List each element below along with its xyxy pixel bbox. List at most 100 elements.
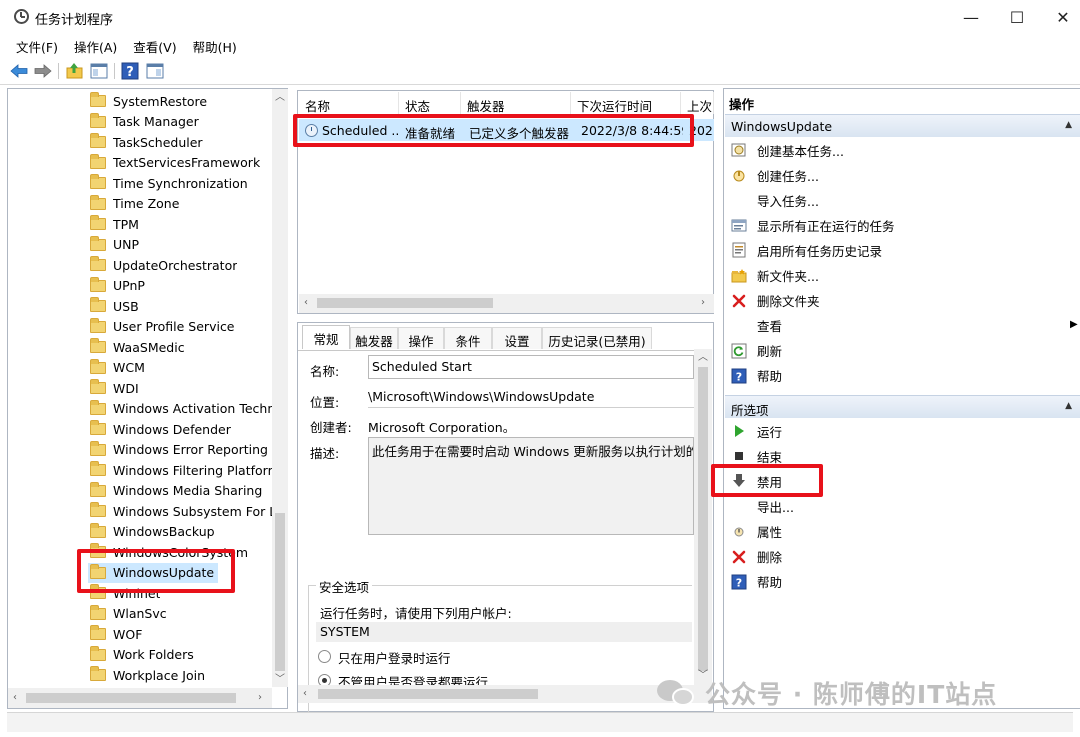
column-header-name[interactable]: 名称 [299,92,399,114]
item-action-item[interactable]: 禁用 [730,470,782,492]
table-row[interactable]: Scheduled ... 准备就绪 已定义多个触发器 2022/3/8 8:4… [299,119,714,141]
tree-folder-item[interactable]: WindowsUpdate [88,562,219,583]
task-list-horizontal-scrollbar[interactable]: ‹ › [299,294,714,313]
tree-scroll-thumb[interactable] [275,513,285,671]
menu-file[interactable]: 文件(F) [16,34,58,56]
tree-folder-item[interactable]: Work Folders [90,645,194,665]
item-action-item[interactable]: 运行 [730,420,782,442]
tree-folder-item[interactable]: WCM [90,358,145,378]
maximize-button[interactable]: ☐ [994,2,1040,32]
folder-up-icon[interactable] [66,62,84,80]
tree-folder-item[interactable]: Windows Error Reporting [90,440,268,460]
task-description-field[interactable]: 此任务用于在需要时启动 Windows 更新服务以执行计划的 [368,437,694,535]
tree-folder-item[interactable]: WaaSMedic [90,337,185,357]
folder-action-item[interactable]: 刷新 [730,340,782,362]
column-header-last-run[interactable]: 上次 [681,92,714,114]
tree-folder-item[interactable]: WDI [90,378,139,398]
tree-vertical-scrollbar[interactable]: ︿ ﹀ [272,89,288,687]
tree-folder-item[interactable]: Time Zone [90,194,179,214]
tree-folder-item[interactable]: USB [90,296,139,316]
help-icon[interactable]: ? [121,62,139,80]
details-scroll-thumb[interactable] [698,367,708,671]
details-vertical-scrollbar[interactable]: ︿ ﹀ [694,349,712,685]
tree-horizontal-scrollbar[interactable]: ‹ › [8,688,272,708]
scroll-right-icon[interactable]: › [258,693,262,703]
scroll-right-icon[interactable]: › [701,298,705,308]
item-action-item[interactable]: 导出... [730,495,794,517]
folder-action-item[interactable]: 新文件夹... [730,265,819,287]
tree-folder-item[interactable]: TaskScheduler [90,132,203,152]
folder-action-label: 启用所有任务历史记录 [757,243,883,259]
scroll-left-icon[interactable]: ‹ [13,693,17,703]
tree-folder-item[interactable]: Task Manager [90,112,199,132]
tree-folder-item[interactable]: Windows Defender [90,419,231,439]
run-only-logged-on-radio[interactable] [318,650,331,663]
tree-folder-item[interactable]: Time Synchronization [90,173,248,193]
folder-action-item[interactable]: 查看 ▶ [730,315,1078,337]
tab-triggers[interactable]: 触发器 [350,327,398,349]
back-arrow-icon[interactable] [10,62,28,80]
tree-folder-item[interactable]: Windows Subsystem For Linux [90,501,272,521]
tree-folder-item[interactable]: WindowsBackup [90,522,215,542]
show-hide-console-tree-icon[interactable] [90,62,108,80]
column-header-trigger[interactable]: 触发器 [461,92,571,114]
column-header-next-run[interactable]: 下次运行时间 [571,92,681,114]
tree-folder-item[interactable]: UPnP [90,276,145,296]
minimize-button[interactable]: — [948,2,994,32]
tree-folder-item[interactable]: Windows Filtering Platform [90,460,272,480]
actions-title: 操作 [729,97,755,112]
close-button[interactable]: ✕ [1040,2,1080,32]
tree-folder-item[interactable]: UNP [90,235,139,255]
selected-item-section-header[interactable]: 所选项 ▲ [725,395,1080,418]
menu-help[interactable]: 帮助(H) [193,34,237,56]
tab-conditions[interactable]: 条件 [444,327,492,349]
scroll-up-icon[interactable]: ︿ [275,93,285,103]
forward-arrow-icon[interactable] [34,62,52,80]
folder-icon [90,420,106,435]
collapse-caret-icon[interactable]: ▲ [1065,401,1072,411]
tab-history[interactable]: 历史记录(已禁用) [542,327,652,349]
tree-hscroll-thumb[interactable] [26,693,236,703]
tree-folder-item[interactable]: UpdateOrchestrator [90,255,237,275]
tab-general[interactable]: 常规 [302,325,350,349]
tree-folder-item[interactable]: TextServicesFramework [90,153,260,173]
menu-action[interactable]: 操作(A) [74,34,117,56]
show-hide-action-pane-icon[interactable] [146,62,164,80]
item-action-item[interactable]: 删除 [730,546,782,568]
tree-folder-item[interactable]: Wininet [90,583,160,603]
tree-folder-item[interactable]: WindowsColorSystem [90,542,248,562]
scroll-down-icon[interactable]: ﹀ [275,675,285,685]
folder-action-item[interactable]: ? 帮助 [730,365,782,387]
folder-action-item[interactable]: 创建基本任务... [730,139,844,161]
tree-folder-item[interactable]: WS [90,686,133,687]
scroll-left-icon[interactable]: ‹ [303,689,307,699]
item-action-item[interactable]: 属性 [730,520,782,542]
tab-settings[interactable]: 设置 [492,327,542,349]
tree-folder-item[interactable]: Workplace Join [90,665,205,685]
tree-folder-item[interactable]: SystemRestore [90,91,207,111]
tree-folder-item[interactable]: TPM [90,214,139,234]
folder-action-item[interactable]: 删除文件夹 [730,290,820,312]
tree-folder-item[interactable]: Windows Activation Technologies [90,399,272,419]
tab-actions[interactable]: 操作 [398,327,444,349]
tree-folder-item[interactable]: User Profile Service [90,317,235,337]
scroll-left-icon[interactable]: ‹ [304,298,308,308]
task-name-field[interactable]: Scheduled Start [368,355,694,379]
tree-folder-item[interactable]: WOF [90,624,142,644]
item-action-item[interactable]: 结束 [730,445,782,467]
column-header-status[interactable]: 状态 [399,92,461,114]
details-hscroll-thumb[interactable] [318,689,538,699]
task-list-hscroll-thumb[interactable] [317,298,493,308]
collapse-caret-icon[interactable]: ▲ [1065,120,1072,130]
folder-action-item[interactable]: 导入任务... [730,189,819,211]
details-horizontal-scrollbar[interactable]: ‹ › [298,685,712,703]
item-action-item[interactable]: ? 帮助 [730,571,782,593]
scroll-up-icon[interactable]: ︿ [698,353,708,363]
folder-action-item[interactable]: 启用所有任务历史记录 [730,239,882,261]
tree-folder-item[interactable]: Windows Media Sharing [90,481,262,501]
folder-section-header[interactable]: WindowsUpdate ▲ [725,114,1080,137]
menu-view[interactable]: 查看(V) [133,34,176,56]
folder-action-item[interactable]: 显示所有正在运行的任务 [730,214,895,236]
folder-action-item[interactable]: 创建任务... [730,164,819,186]
tree-folder-item[interactable]: WlanSvc [90,604,167,624]
